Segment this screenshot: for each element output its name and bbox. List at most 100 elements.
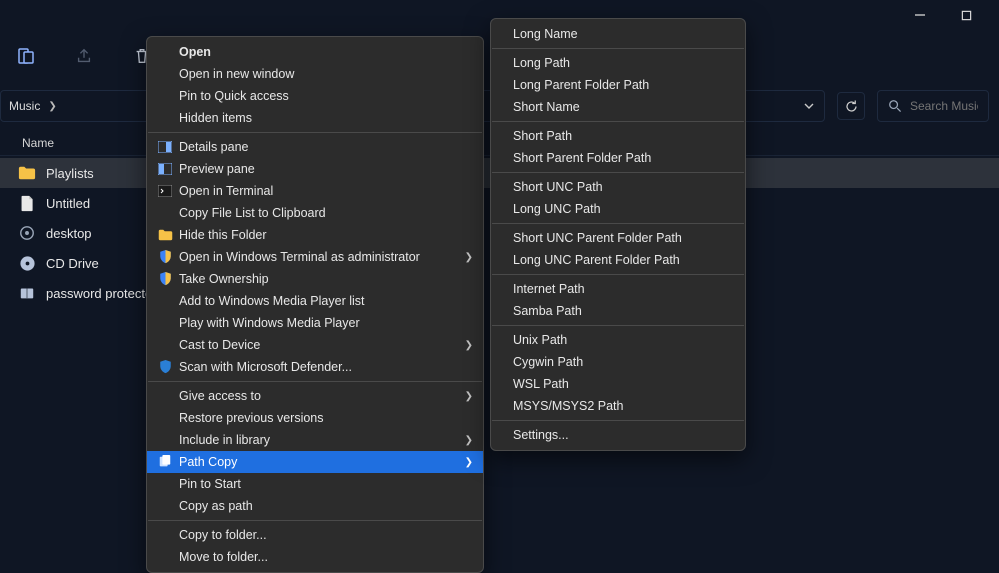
menu-hidden-items[interactable]: Hidden items bbox=[147, 107, 483, 129]
menu-long-unc-parent[interactable]: Long UNC Parent Folder Path bbox=[491, 249, 745, 271]
chevron-right-icon: ❯ bbox=[465, 340, 473, 351]
chevron-right-icon: ❯ bbox=[465, 457, 473, 468]
menu-add-wmp-list[interactable]: Add to Windows Media Player list bbox=[147, 290, 483, 312]
menu-samba-path[interactable]: Samba Path bbox=[491, 300, 745, 322]
menu-label: Path Copy bbox=[179, 455, 237, 469]
menu-long-path[interactable]: Long Path bbox=[491, 52, 745, 74]
column-name[interactable]: Name bbox=[22, 136, 54, 150]
menu-label: Open bbox=[179, 45, 211, 59]
archive-icon bbox=[18, 284, 36, 302]
breadcrumb-item[interactable]: Music bbox=[7, 99, 40, 113]
menu-label: Short Parent Folder Path bbox=[513, 151, 651, 165]
menu-label: Open in Terminal bbox=[179, 184, 273, 198]
chevron-right-icon: ❯ bbox=[48, 101, 56, 112]
menu-label: Details pane bbox=[179, 140, 249, 154]
file-label: CD Drive bbox=[46, 256, 99, 271]
file-label: desktop bbox=[46, 226, 92, 241]
menu-label: Preview pane bbox=[179, 162, 255, 176]
menu-label: Play with Windows Media Player bbox=[179, 316, 360, 330]
menu-label: Pin to Quick access bbox=[179, 89, 289, 103]
folder-icon bbox=[18, 164, 36, 182]
menu-label: Scan with Microsoft Defender... bbox=[179, 360, 352, 374]
menu-label: Give access to bbox=[179, 389, 261, 403]
menu-short-parent-path[interactable]: Short Parent Folder Path bbox=[491, 147, 745, 169]
defender-icon bbox=[155, 359, 175, 375]
menu-include-library[interactable]: Include in library❯ bbox=[147, 429, 483, 451]
menu-long-parent-path[interactable]: Long Parent Folder Path bbox=[491, 74, 745, 96]
menu-open-wt-admin[interactable]: Open in Windows Terminal as administrato… bbox=[147, 246, 483, 268]
menu-label: Cygwin Path bbox=[513, 355, 583, 369]
menu-copy-as-path[interactable]: Copy as path bbox=[147, 495, 483, 517]
menu-label: Settings... bbox=[513, 428, 569, 442]
menu-msys-path[interactable]: MSYS/MSYS2 Path bbox=[491, 395, 745, 417]
preview-pane-icon bbox=[155, 161, 175, 177]
menu-separator bbox=[492, 274, 744, 275]
folder-icon bbox=[155, 227, 175, 243]
menu-scan-defender[interactable]: Scan with Microsoft Defender... bbox=[147, 356, 483, 378]
menu-internet-path[interactable]: Internet Path bbox=[491, 278, 745, 300]
menu-label: Hidden items bbox=[179, 111, 252, 125]
menu-separator bbox=[148, 381, 482, 382]
menu-label: Long Path bbox=[513, 56, 570, 70]
menu-separator bbox=[148, 132, 482, 133]
refresh-button[interactable] bbox=[837, 92, 865, 120]
window-minimize-button[interactable] bbox=[909, 4, 931, 26]
menu-long-name[interactable]: Long Name bbox=[491, 23, 745, 45]
file-icon bbox=[18, 194, 36, 212]
menu-label: Samba Path bbox=[513, 304, 582, 318]
menu-pin-to-start[interactable]: Pin to Start bbox=[147, 473, 483, 495]
menu-long-unc-path[interactable]: Long UNC Path bbox=[491, 198, 745, 220]
menu-copy-file-list[interactable]: Copy File List to Clipboard bbox=[147, 202, 483, 224]
share-icon[interactable] bbox=[72, 44, 96, 68]
shield-icon bbox=[155, 249, 175, 265]
menu-short-name[interactable]: Short Name bbox=[491, 96, 745, 118]
chevron-right-icon: ❯ bbox=[465, 252, 473, 263]
menu-preview-pane[interactable]: Preview pane bbox=[147, 158, 483, 180]
ini-file-icon bbox=[18, 224, 36, 242]
menu-open-new-window[interactable]: Open in new window bbox=[147, 63, 483, 85]
menu-pin-quick-access[interactable]: Pin to Quick access bbox=[147, 85, 483, 107]
menu-details-pane[interactable]: Details pane bbox=[147, 136, 483, 158]
menu-hide-folder[interactable]: Hide this Folder bbox=[147, 224, 483, 246]
menu-give-access[interactable]: Give access to❯ bbox=[147, 385, 483, 407]
menu-label: Copy File List to Clipboard bbox=[179, 206, 326, 220]
new-item-icon[interactable] bbox=[14, 44, 38, 68]
menu-take-ownership[interactable]: Take Ownership bbox=[147, 268, 483, 290]
menu-open-terminal[interactable]: Open in Terminal bbox=[147, 180, 483, 202]
search-box[interactable] bbox=[877, 90, 989, 122]
menu-separator bbox=[492, 121, 744, 122]
shield-icon bbox=[155, 271, 175, 287]
menu-settings[interactable]: Settings... bbox=[491, 424, 745, 446]
menu-cygwin-path[interactable]: Cygwin Path bbox=[491, 351, 745, 373]
menu-wsl-path[interactable]: WSL Path bbox=[491, 373, 745, 395]
menu-copy-to-folder[interactable]: Copy to folder... bbox=[147, 524, 483, 546]
menu-label: Take Ownership bbox=[179, 272, 269, 286]
menu-separator bbox=[492, 172, 744, 173]
menu-label: Add to Windows Media Player list bbox=[179, 294, 365, 308]
menu-separator bbox=[492, 325, 744, 326]
copy-icon bbox=[155, 454, 175, 470]
menu-cast-to-device[interactable]: Cast to Device❯ bbox=[147, 334, 483, 356]
menu-label: Short UNC Path bbox=[513, 180, 603, 194]
menu-label: Open in new window bbox=[179, 67, 294, 81]
context-submenu-path-copy: Long Name Long Path Long Parent Folder P… bbox=[490, 18, 746, 451]
menu-label: Long UNC Parent Folder Path bbox=[513, 253, 680, 267]
menu-play-wmp[interactable]: Play with Windows Media Player bbox=[147, 312, 483, 334]
menu-separator bbox=[492, 48, 744, 49]
menu-label: Open in Windows Terminal as administrato… bbox=[179, 250, 420, 264]
menu-label: Long Parent Folder Path bbox=[513, 78, 649, 92]
menu-separator bbox=[148, 520, 482, 521]
menu-short-unc-parent[interactable]: Short UNC Parent Folder Path bbox=[491, 227, 745, 249]
menu-label: Internet Path bbox=[513, 282, 585, 296]
address-dropdown[interactable] bbox=[798, 95, 820, 117]
menu-open[interactable]: Open bbox=[147, 41, 483, 63]
menu-unix-path[interactable]: Unix Path bbox=[491, 329, 745, 351]
menu-label: Unix Path bbox=[513, 333, 567, 347]
menu-restore-previous[interactable]: Restore previous versions bbox=[147, 407, 483, 429]
menu-short-path[interactable]: Short Path bbox=[491, 125, 745, 147]
menu-short-unc-path[interactable]: Short UNC Path bbox=[491, 176, 745, 198]
search-input[interactable] bbox=[910, 99, 978, 113]
menu-path-copy[interactable]: Path Copy ❯ bbox=[147, 451, 483, 473]
window-maximize-button[interactable] bbox=[955, 4, 977, 26]
menu-move-to-folder[interactable]: Move to folder... bbox=[147, 546, 483, 568]
